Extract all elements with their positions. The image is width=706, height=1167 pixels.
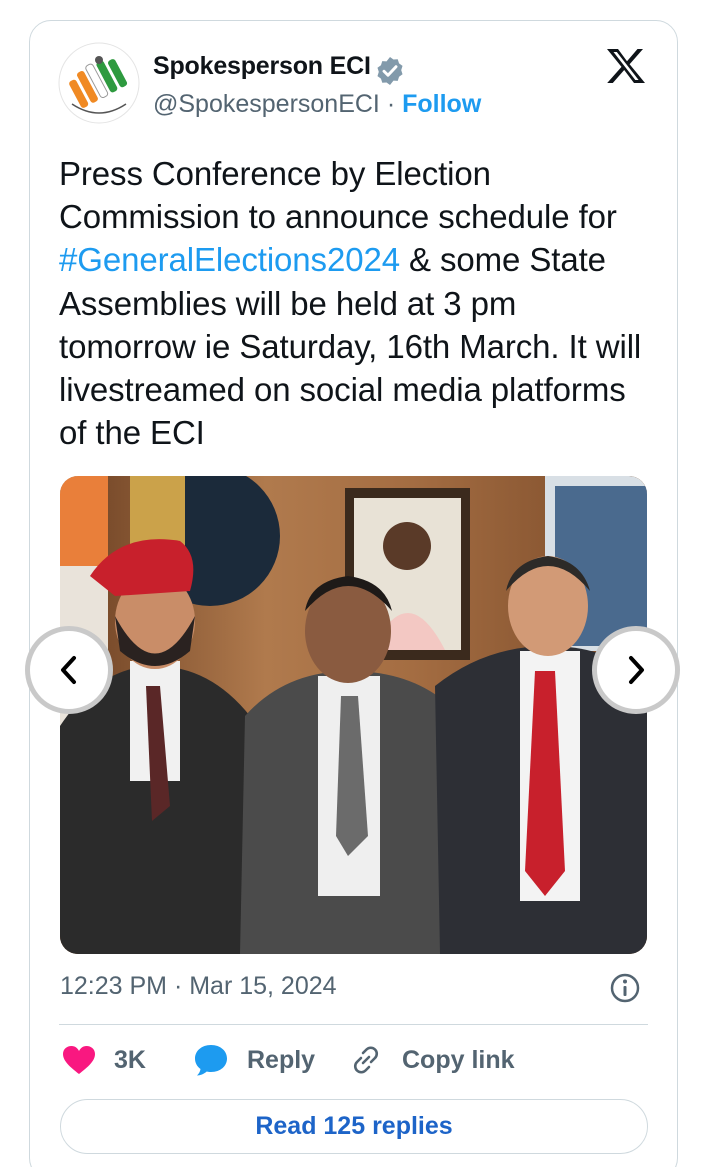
follow-button[interactable]: Follow	[402, 90, 481, 118]
heart-icon	[63, 1046, 95, 1074]
tweet-text: Press Conference by Election Commission …	[59, 152, 649, 454]
like-button[interactable]: 3K	[62, 1040, 146, 1080]
link-icon	[354, 1046, 378, 1074]
read-replies-button[interactable]: Read 125 replies	[60, 1099, 648, 1154]
reply-button[interactable]: Reply	[193, 1040, 315, 1080]
author-avatar[interactable]	[58, 42, 140, 124]
x-logo-icon[interactable]	[606, 48, 646, 84]
handle-separator: ·	[386, 90, 396, 118]
copy-link-label: Copy link	[402, 1045, 515, 1074]
info-icon[interactable]	[609, 972, 641, 1004]
author-handle[interactable]: @SpokespersonECI	[153, 90, 380, 118]
carousel-next-button[interactable]	[592, 626, 680, 714]
copy-link-button[interactable]: Copy link	[348, 1040, 515, 1080]
tweet-timestamp[interactable]: 12:23 PM · Mar 15, 2024	[60, 972, 337, 1001]
photo-of-three-officials-icon	[60, 476, 647, 954]
chevron-left-icon	[61, 656, 76, 684]
divider	[59, 1024, 648, 1025]
reply-bubble-icon	[195, 1045, 227, 1076]
carousel-previous-button[interactable]	[25, 626, 113, 714]
author-name[interactable]: Spokesperson ECI	[153, 52, 371, 81]
chevron-right-icon	[629, 656, 644, 684]
eci-logo-icon	[58, 42, 140, 124]
hashtag-link[interactable]: #GeneralElections2024	[59, 241, 400, 278]
author-handle-line: @SpokespersonECI · Follow	[153, 90, 481, 119]
reply-label: Reply	[247, 1045, 316, 1074]
like-count: 3K	[114, 1045, 146, 1074]
verified-badge-icon	[377, 57, 403, 85]
tweet-photo[interactable]	[60, 476, 647, 954]
tweet-text-part-1: Press Conference by Election Commission …	[59, 155, 617, 236]
